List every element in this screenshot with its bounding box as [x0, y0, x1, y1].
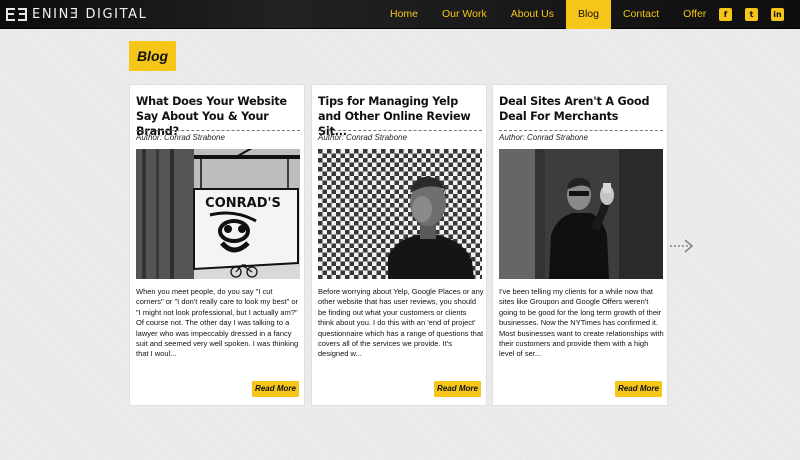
post-excerpt: I've been telling my clients for a while… — [499, 287, 664, 359]
linkedin-icon[interactable]: in — [771, 8, 784, 21]
twitter-icon[interactable]: t — [745, 8, 758, 21]
site-header: ENINƎ DIGITAL Home Our Work About Us Blo… — [0, 0, 800, 29]
main-nav: Home Our Work About Us Blog Contact Offe… — [378, 0, 718, 29]
man-in-doorway-photo[interactable] — [499, 149, 663, 279]
nav-our-work[interactable]: Our Work — [430, 0, 499, 29]
page-title: Blog — [129, 41, 176, 71]
nav-home[interactable]: Home — [378, 0, 430, 29]
post-author: Author: Conrad Strabone — [499, 133, 588, 142]
post-author: Author: Conrad Strabone — [318, 133, 407, 142]
title-divider — [136, 130, 300, 131]
logo-mark-icon — [6, 8, 28, 21]
read-more-button[interactable]: Read More — [615, 381, 662, 397]
read-more-button[interactable]: Read More — [252, 381, 299, 397]
brand-name: ENINƎ DIGITAL — [32, 7, 148, 22]
portrait-checkered-wall-photo[interactable] — [318, 149, 482, 279]
post-author: Author: Conrad Strabone — [136, 133, 225, 142]
read-more-button[interactable]: Read More — [434, 381, 481, 397]
title-divider — [499, 130, 663, 131]
blog-card: Tips for Managing Yelp and Other Online … — [311, 84, 487, 406]
sign-text: CONRAD'S — [205, 196, 281, 211]
title-divider — [318, 130, 482, 131]
facebook-icon[interactable]: f — [719, 8, 732, 21]
brand-logo[interactable]: ENINƎ DIGITAL — [6, 6, 147, 23]
blog-card: Deal Sites Aren't A Good Deal For Mercha… — [492, 84, 668, 406]
blog-card: What Does Your Website Say About You & Y… — [129, 84, 305, 406]
next-arrow-icon[interactable] — [669, 238, 695, 254]
nav-contact[interactable]: Contact — [611, 0, 671, 29]
post-excerpt: Before worrying about Yelp, Google Place… — [318, 287, 484, 359]
nav-offer[interactable]: Offer — [671, 0, 718, 29]
social-links: f t in — [719, 8, 784, 21]
post-title[interactable]: Deal Sites Aren't A Good Deal For Mercha… — [499, 94, 665, 124]
conrads-sign-photo[interactable]: CONRAD'S — [136, 149, 300, 279]
nav-about-us[interactable]: About Us — [499, 0, 566, 29]
nav-blog[interactable]: Blog — [565, 0, 611, 29]
post-excerpt: When you meet people, do you say "I cut … — [136, 287, 299, 359]
